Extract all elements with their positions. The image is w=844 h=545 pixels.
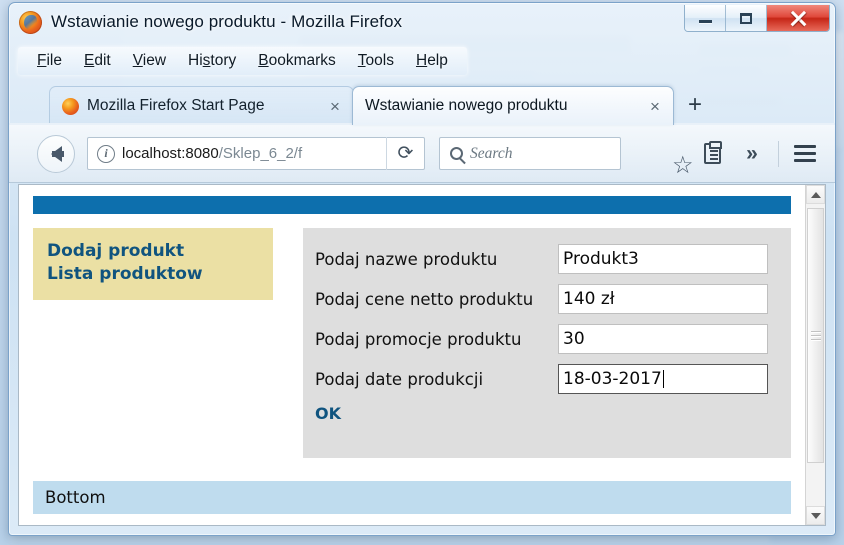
search-bar[interactable]: Search [439,137,621,170]
url-bar[interactable]: i localhost:8080/Sklep_6_2/f ⟳ [87,137,425,170]
form-row: Podaj date produkcji 18-03-2017 [315,364,773,394]
identity-info-icon[interactable]: i [97,144,115,163]
vertical-scrollbar[interactable] [805,185,825,525]
input-promocja[interactable]: 30 [558,324,768,354]
input-value: 30 [563,329,585,349]
menu-item-history[interactable]: History [177,50,247,72]
firefox-favicon-icon [62,97,79,115]
overflow-button[interactable]: » [732,137,772,171]
scrollbar-track[interactable] [806,204,825,506]
app-menu-button[interactable] [785,137,825,171]
hamburger-menu-icon [794,141,816,167]
tab-wstawianie-nowego-produktu[interactable]: Wstawianie nowego produktu × [352,86,674,125]
new-tab-button[interactable]: + [681,93,709,120]
close-icon [790,10,806,26]
scroll-down-icon [810,512,821,519]
bookmark-star-button[interactable]: ☆ [652,137,694,177]
product-form-panel: Podaj nazwe produktu Produkt3 Podaj cene… [303,228,791,458]
form-row: Podaj nazwe produktu Produkt3 [315,244,773,274]
input-value: 18-03-2017 [563,369,662,389]
back-arrow-icon [50,145,64,162]
close-button[interactable] [767,5,829,31]
window-title: Wstawianie nowego produktu - Mozilla Fir… [51,12,403,31]
url-text: localhost:8080/Sklep_6_2/f [122,145,302,162]
scroll-up-button[interactable] [806,185,825,204]
restore-icon [740,12,752,24]
label-nazwa-produktu: Podaj nazwe produktu [315,249,498,269]
tab-strip: Mozilla Firefox Start Page × Wstawianie … [9,82,835,125]
firefox-window: Wstawianie nowego produktu - Mozilla Fir… [8,2,836,536]
menu-item-help[interactable]: Help [405,50,459,72]
text-caret [662,370,664,388]
input-value: 140 zł [563,289,615,309]
input-nazwa-produktu[interactable]: Produkt3 [558,244,768,274]
search-input-placeholder[interactable]: Search [470,145,512,163]
back-button[interactable] [37,134,75,173]
input-value: Produkt3 [563,249,639,269]
menu-item-file[interactable]: File [26,50,73,72]
form-row: Podaj cene netto produktu 140 zł [315,284,773,314]
content-viewport: Dodaj produkt Lista produktow Podaj nazw… [18,184,826,526]
sidebar-item-dodaj-produkt[interactable]: Dodaj produkt [47,240,259,263]
url-host: localhost:8080 [122,145,219,162]
library-icon [703,141,722,164]
minimize-icon [698,20,712,23]
page-footer-bar: Bottom [33,481,791,514]
menu-item-tools[interactable]: Tools [347,50,405,72]
library-button[interactable] [692,137,732,171]
toolbar-right-icons: ☆ » [652,137,825,177]
web-page: Dodaj produkt Lista produktow Podaj nazw… [19,185,805,525]
navigation-toolbar: i localhost:8080/Sklep_6_2/f ⟳ Search ☆ … [9,125,835,183]
page-header-bar [33,196,791,214]
reload-button[interactable]: ⟳ [386,137,424,170]
submit-ok-button[interactable]: OK [315,404,341,423]
tab-close-icon[interactable]: × [325,98,345,115]
form-row: Podaj promocje produktu 30 [315,324,773,354]
scroll-down-button[interactable] [806,506,825,525]
search-icon [450,147,463,160]
menu-item-bookmarks[interactable]: Bookmarks [247,50,347,72]
scrollbar-thumb[interactable] [807,208,824,463]
title-bar: Wstawianie nowego produktu - Mozilla Fir… [9,3,835,43]
label-promocja: Podaj promocje produktu [315,329,522,349]
chevron-double-right-icon: » [746,142,758,165]
input-data-produkcji[interactable]: 18-03-2017 [558,364,768,394]
tab-label: Mozilla Firefox Start Page [87,97,265,114]
url-path: /Sklep_6_2/f [218,145,303,162]
page-columns: Dodaj produkt Lista produktow Podaj nazw… [33,228,791,458]
sidebar-item-lista-produktow[interactable]: Lista produktow [47,263,259,286]
scroll-up-icon [810,191,821,198]
label-data-produkcji: Podaj date produkcji [315,369,484,389]
footer-label: Bottom [45,488,106,507]
sidebar-navigation: Dodaj produkt Lista produktow [33,228,273,300]
restore-button[interactable] [726,5,767,31]
window-controls [684,5,830,32]
menu-item-edit[interactable]: Edit [73,50,122,72]
menu-bar: File Edit View History Bookmarks Tools H… [18,47,467,75]
minimize-button[interactable] [685,5,726,31]
tab-label: Wstawianie nowego produktu [365,97,568,114]
firefox-logo-icon [19,11,42,34]
menu-item-view[interactable]: View [122,50,177,72]
toolbar-separator [778,140,779,167]
label-cena-netto: Podaj cene netto produktu [315,289,534,309]
scrollbar-grip-icon [810,329,821,343]
tab-close-icon[interactable]: × [645,98,665,115]
input-cena-netto[interactable]: 140 zł [558,284,768,314]
tab-start-page[interactable]: Mozilla Firefox Start Page × [49,86,354,125]
